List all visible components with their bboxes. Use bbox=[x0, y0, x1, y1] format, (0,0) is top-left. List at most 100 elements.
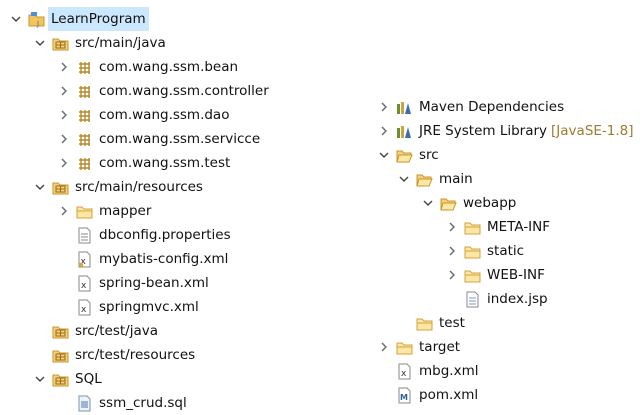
source-folder-icon bbox=[52, 323, 69, 340]
tree-item-meta-inf[interactable]: META-INF bbox=[446, 215, 550, 239]
chevron-down-icon[interactable] bbox=[422, 191, 434, 215]
tree-label: SQL bbox=[75, 371, 102, 387]
chevron-right-icon[interactable] bbox=[378, 335, 390, 359]
jsp-file-icon bbox=[464, 291, 481, 308]
folder-icon bbox=[76, 203, 93, 220]
xml-file-icon: x bbox=[76, 299, 93, 316]
tree-label: main bbox=[439, 171, 473, 187]
tree-label: src bbox=[419, 147, 439, 163]
chevron-down-icon[interactable] bbox=[34, 31, 46, 55]
chevron-right-icon[interactable] bbox=[58, 127, 70, 151]
chevron-down-icon[interactable] bbox=[398, 167, 410, 191]
chevron-right-icon[interactable] bbox=[58, 103, 70, 127]
tree-item-pkg-controller[interactable]: com.wang.ssm.controller bbox=[58, 79, 269, 103]
tree-label: WEB-INF bbox=[487, 267, 545, 283]
tree-item-dbconfig[interactable]: dbconfig.properties bbox=[76, 223, 231, 247]
svg-text:J: J bbox=[36, 20, 39, 28]
tree-item-maven-deps[interactable]: Maven Dependencies bbox=[378, 95, 564, 119]
tree-item-web-inf[interactable]: WEB-INF bbox=[446, 263, 545, 287]
library-icon bbox=[396, 123, 413, 140]
tree-item-index-jsp[interactable]: index.jsp bbox=[464, 287, 548, 311]
sql-file-icon bbox=[76, 395, 93, 412]
jre-version-decoration: [JavaSE-1.8] bbox=[551, 123, 634, 139]
chevron-right-icon[interactable] bbox=[58, 55, 70, 79]
tree-label: pom.xml bbox=[419, 387, 479, 403]
tree-item-static[interactable]: static bbox=[446, 239, 524, 263]
source-folder-icon bbox=[52, 35, 69, 52]
tree-item-webapp[interactable]: webapp bbox=[422, 191, 516, 215]
tree-item-pkg-dao[interactable]: com.wang.ssm.dao bbox=[58, 103, 229, 127]
folder-open-icon bbox=[416, 171, 433, 188]
chevron-down-icon[interactable] bbox=[10, 7, 22, 31]
folder-icon bbox=[416, 315, 433, 332]
tree-label: ssm_crud.sql bbox=[99, 395, 187, 411]
chevron-right-icon[interactable] bbox=[58, 199, 70, 223]
mybatis-xml-file-icon: x bbox=[76, 251, 93, 268]
tree-label: com.wang.ssm.dao bbox=[99, 107, 230, 123]
svg-text:x: x bbox=[401, 369, 407, 379]
properties-file-icon bbox=[76, 227, 93, 244]
chevron-right-icon[interactable] bbox=[378, 95, 390, 119]
tree-label: test bbox=[439, 315, 465, 331]
folder-open-icon bbox=[440, 195, 457, 212]
chevron-down-icon[interactable] bbox=[34, 175, 46, 199]
tree-label: src/test/java bbox=[75, 323, 159, 339]
tree-label: com.wang.ssm.servicce bbox=[99, 131, 261, 147]
svg-text:x: x bbox=[81, 281, 87, 291]
chevron-right-icon[interactable] bbox=[58, 79, 70, 103]
folder-icon bbox=[464, 243, 481, 260]
tree-label: mybatis-config.xml bbox=[99, 251, 229, 267]
tree-label: index.jsp bbox=[487, 291, 548, 307]
tree-label: src/test/resources bbox=[75, 347, 196, 363]
tree-item-src-test-resources[interactable]: src/test/resources bbox=[52, 343, 195, 367]
tree-item-project[interactable]: J LearnProgram bbox=[10, 7, 149, 31]
tree-label: src/main/resources bbox=[75, 179, 203, 195]
tree-label: com.wang.ssm.bean bbox=[99, 59, 239, 75]
tree-item-mybatis-config[interactable]: x mybatis-config.xml bbox=[76, 247, 228, 271]
package-icon bbox=[76, 59, 93, 76]
tree-item-jre-lib[interactable]: JRE System Library [JavaSE-1.8] bbox=[378, 119, 634, 143]
tree-item-pkg-bean[interactable]: com.wang.ssm.bean bbox=[58, 55, 238, 79]
tree-item-springmvc[interactable]: x springmvc.xml bbox=[76, 295, 199, 319]
tree-item-src[interactable]: src bbox=[378, 143, 439, 167]
tree-item-src-main-resources[interactable]: src/main/resources bbox=[34, 175, 203, 199]
xml-file-icon: x bbox=[396, 363, 413, 380]
chevron-right-icon[interactable] bbox=[58, 151, 70, 175]
tree-item-mbg-xml[interactable]: x mbg.xml bbox=[396, 359, 478, 383]
chevron-down-icon[interactable] bbox=[378, 143, 390, 167]
right-tree: Maven Dependencies JRE System Library [J… bbox=[370, 0, 640, 412]
chevron-down-icon[interactable] bbox=[34, 367, 46, 391]
tree-label: springmvc.xml bbox=[99, 299, 199, 315]
folder-icon bbox=[396, 339, 413, 356]
left-tree: J LearnProgram src/main/java com.wang.ss… bbox=[0, 0, 330, 412]
package-icon bbox=[76, 131, 93, 148]
tree-item-pom-xml[interactable]: M pom.xml bbox=[396, 383, 478, 407]
tree-label: com.wang.ssm.controller bbox=[99, 83, 269, 99]
chevron-right-icon[interactable] bbox=[446, 239, 458, 263]
chevron-right-icon[interactable] bbox=[446, 215, 458, 239]
tree-item-main[interactable]: main bbox=[398, 167, 473, 191]
xml-file-icon: x bbox=[76, 275, 93, 292]
tree-item-test[interactable]: test bbox=[416, 311, 465, 335]
tree-item-src-test-java[interactable]: src/test/java bbox=[52, 319, 158, 343]
tree-item-pkg-test[interactable]: com.wang.ssm.test bbox=[58, 151, 230, 175]
tree-item-target[interactable]: target bbox=[378, 335, 460, 359]
tree-label: mapper bbox=[99, 203, 152, 219]
tree-label: LearnProgram bbox=[48, 7, 149, 31]
tree-item-ssm-crud-sql[interactable]: ssm_crud.sql bbox=[76, 391, 187, 415]
source-folder-icon bbox=[52, 179, 69, 196]
maven-pom-icon: M bbox=[396, 387, 413, 404]
tree-item-sql[interactable]: SQL bbox=[34, 367, 102, 391]
tree-label: com.wang.ssm.test bbox=[99, 155, 231, 171]
chevron-right-icon[interactable] bbox=[446, 263, 458, 287]
chevron-right-icon[interactable] bbox=[378, 119, 390, 143]
folder-icon bbox=[464, 219, 481, 236]
tree-label: target bbox=[419, 339, 461, 355]
tree-item-spring-bean[interactable]: x spring-bean.xml bbox=[76, 271, 209, 295]
tree-item-mapper[interactable]: mapper bbox=[58, 199, 151, 223]
source-folder-icon bbox=[52, 347, 69, 364]
tree-label: JRE System Library bbox=[419, 123, 548, 139]
tree-label: mbg.xml bbox=[419, 363, 479, 379]
tree-item-src-main-java[interactable]: src/main/java bbox=[34, 31, 166, 55]
tree-item-pkg-servicce[interactable]: com.wang.ssm.servicce bbox=[58, 127, 260, 151]
